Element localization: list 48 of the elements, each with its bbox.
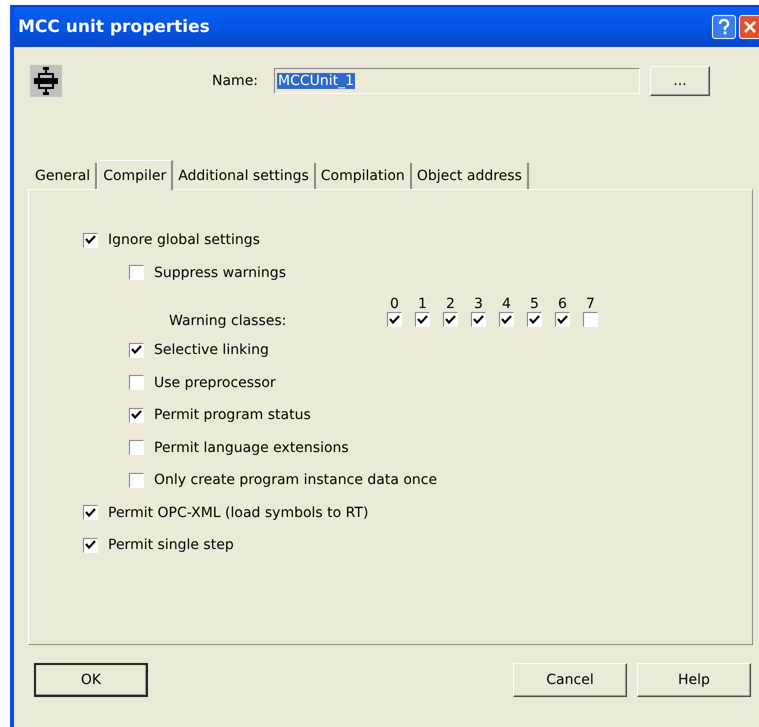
warning-classes-label: Warning classes: — [169, 312, 288, 328]
checkbox[interactable] — [129, 472, 144, 488]
checkbox-label: Only create program instance data once — [154, 472, 438, 488]
checkbox-label: Permit single step — [108, 537, 234, 554]
class-number: 6 — [558, 296, 567, 312]
tab[interactable]: Compiler — [97, 160, 174, 190]
checkbox-label: Permit program status — [154, 407, 311, 424]
class-number: 4 — [502, 296, 511, 312]
checkbox[interactable] — [83, 538, 98, 553]
help-button[interactable] — [712, 15, 736, 39]
dialog-button[interactable]: OK — [34, 663, 148, 697]
browse-button[interactable]: ... — [650, 66, 710, 96]
checkbox[interactable] — [499, 312, 514, 327]
checkbox[interactable] — [129, 408, 144, 423]
checkbox[interactable] — [555, 312, 570, 327]
checkbox[interactable] — [443, 312, 458, 327]
checkbox[interactable] — [471, 312, 486, 327]
checkbox[interactable] — [129, 375, 144, 390]
checkbox[interactable] — [583, 312, 598, 327]
class-number: 0 — [390, 296, 399, 312]
class-number: 7 — [586, 296, 595, 312]
checkbox-label: Suppress warnings — [154, 264, 286, 281]
checkbox[interactable] — [83, 505, 98, 520]
dialog-button[interactable]: Help — [637, 663, 751, 697]
checkbox-label: Use preprocessor — [154, 374, 276, 391]
class-number: 5 — [530, 296, 539, 312]
checkbox[interactable] — [415, 312, 430, 327]
close-icon — [744, 21, 756, 33]
name-field[interactable]: MCCUnit_1 — [274, 68, 640, 94]
checkbox-label: Permit language extensions — [154, 440, 349, 456]
name-label: Name: — [212, 73, 260, 89]
checkbox-label: Ignore global settings — [108, 232, 260, 248]
checkbox[interactable] — [83, 232, 98, 248]
checkbox-label: Permit OPC-XML (load symbols to RT) — [108, 504, 368, 521]
class-number: 1 — [418, 296, 427, 312]
dialog-button[interactable]: Cancel — [513, 663, 627, 697]
class-number: 2 — [446, 296, 455, 312]
checkbox[interactable] — [129, 342, 144, 358]
checkbox[interactable] — [527, 312, 542, 327]
checkbox-label: Selective linking — [154, 342, 269, 358]
checkbox[interactable] — [129, 440, 144, 456]
checkbox[interactable] — [129, 265, 144, 280]
question-mark-icon — [718, 19, 730, 35]
unit-icon — [30, 65, 62, 97]
window-title: MCC unit properties — [18, 17, 210, 37]
close-button[interactable] — [739, 15, 759, 39]
class-number: 3 — [474, 296, 483, 312]
checkbox[interactable] — [387, 312, 402, 327]
